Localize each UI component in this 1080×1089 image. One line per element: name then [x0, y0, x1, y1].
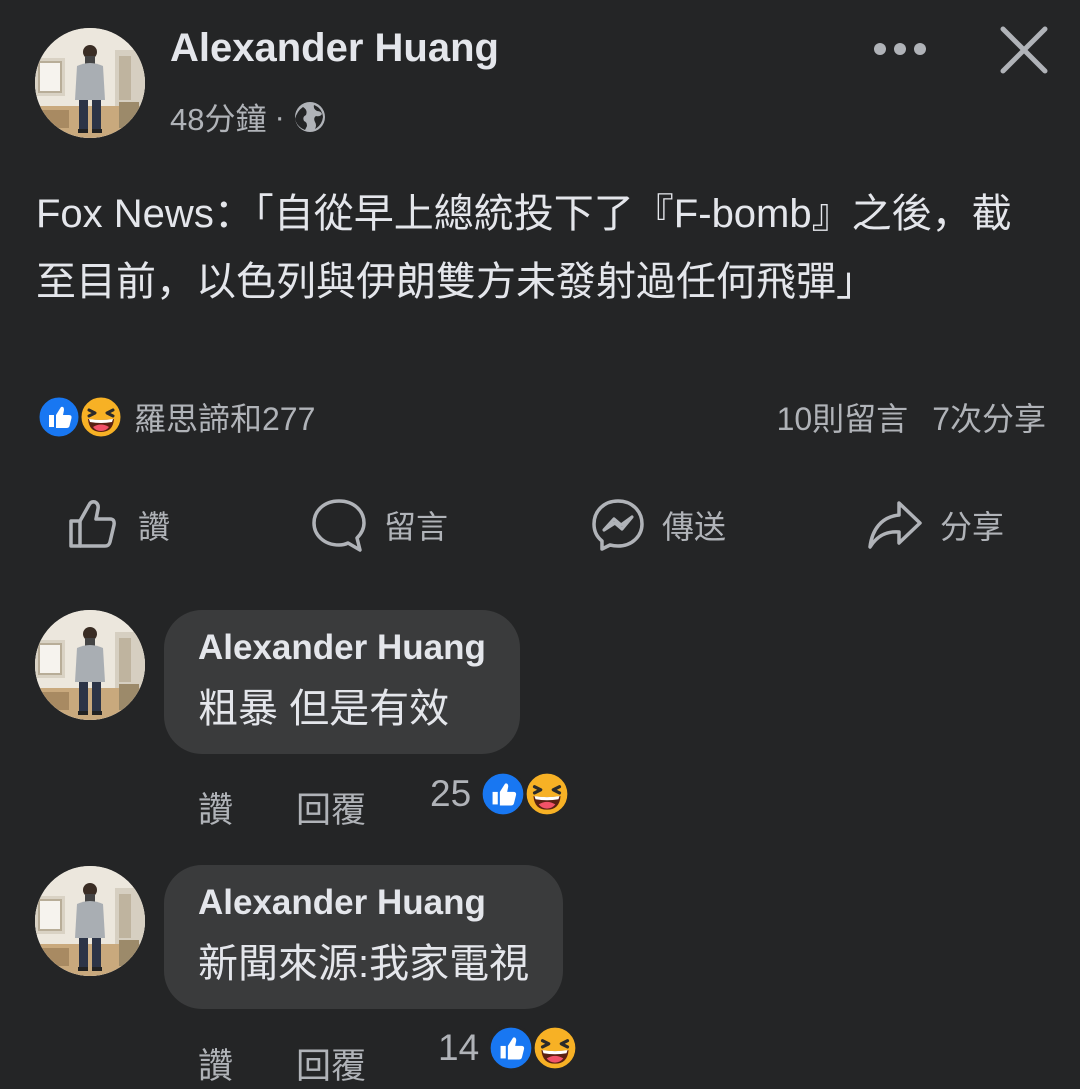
close-button[interactable] — [998, 24, 1050, 76]
post-action-bar: 讚 留言 傳送 分享 — [0, 490, 1080, 560]
reaction-icons — [36, 394, 124, 440]
comment-author[interactable]: Alexander Huang — [198, 628, 486, 668]
more-options-button[interactable] — [872, 36, 928, 62]
comment-reactions[interactable]: 25 — [430, 770, 571, 818]
haha-icon — [531, 1024, 579, 1072]
meta-separator: · — [274, 98, 285, 134]
reactions-summary-row[interactable]: 羅思諦和277 10則留言 7次分享 — [36, 394, 1046, 440]
comment-reaction-count: 25 — [430, 773, 472, 814]
share-count[interactable]: 7次分享 — [932, 394, 1046, 440]
like-icon — [479, 770, 527, 818]
close-icon — [1000, 26, 1048, 74]
post-meta: 48分鐘 · — [170, 94, 327, 139]
like-label: 讚 — [138, 509, 171, 545]
comment-icon — [312, 499, 366, 552]
send-label: 傳送 — [662, 509, 727, 545]
globe-icon — [294, 101, 325, 132]
comment-like-button[interactable]: 讚 — [198, 1038, 233, 1089]
comment-avatar[interactable] — [35, 610, 145, 720]
comment-reactions[interactable]: 14 — [438, 1024, 579, 1072]
messenger-icon — [592, 499, 644, 551]
comment-text: 粗暴 但是有效 — [198, 687, 450, 731]
reaction-summary-text[interactable]: 羅思諦和277 — [134, 394, 315, 440]
comment-like-button[interactable]: 讚 — [198, 782, 233, 833]
more-dots-icon — [874, 43, 926, 55]
comment-reply-button[interactable]: 回覆 — [296, 782, 366, 833]
comment-label: 留言 — [384, 509, 449, 545]
comment-reaction-count: 14 — [438, 1027, 480, 1068]
haha-icon — [78, 394, 124, 440]
share-label: 分享 — [940, 509, 1005, 545]
post-author-avatar[interactable] — [35, 28, 145, 138]
send-button[interactable]: 傳送 — [590, 490, 726, 560]
haha-icon — [523, 770, 571, 818]
comment-button[interactable]: 留言 — [310, 490, 448, 560]
share-icon — [868, 501, 922, 549]
comment-reply-button[interactable]: 回覆 — [296, 1038, 366, 1089]
share-button[interactable]: 分享 — [866, 490, 1004, 560]
post-text: Fox News：「自從早上總統投下了『F-bomb』之後，截至目前，以色列與伊… — [36, 192, 1012, 304]
comment-avatar[interactable] — [35, 866, 145, 976]
comment-bubble[interactable]: Alexander Huang 新聞來源:我家電視 — [164, 865, 564, 1009]
comment-text: 新聞來源:我家電視 — [198, 942, 530, 986]
like-button[interactable]: 讚 — [66, 490, 170, 560]
post-time[interactable]: 48分鐘 — [170, 94, 266, 139]
post-author-name[interactable]: Alexander Huang — [170, 26, 499, 71]
thumbs-up-icon — [69, 500, 116, 548]
like-icon — [36, 394, 82, 440]
like-icon — [487, 1024, 535, 1072]
comment-bubble[interactable]: Alexander Huang 粗暴 但是有效 — [164, 610, 520, 754]
comment-author[interactable]: Alexander Huang — [198, 883, 529, 923]
comment-count[interactable]: 10則留言 — [777, 394, 909, 440]
